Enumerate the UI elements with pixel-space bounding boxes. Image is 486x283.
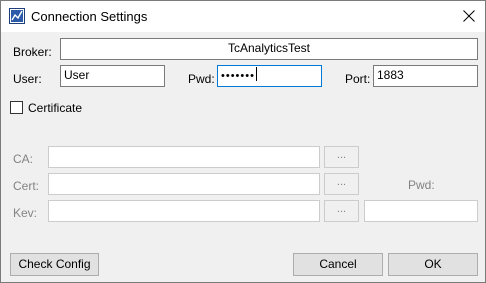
check-config-button[interactable]: Check Config xyxy=(10,253,99,276)
cert-label: Cert: xyxy=(13,179,40,193)
close-button[interactable] xyxy=(457,5,481,27)
close-icon xyxy=(463,10,475,22)
certificate-checkbox[interactable] xyxy=(10,101,23,114)
broker-input[interactable]: TcAnalyticsTest xyxy=(60,38,478,60)
window-title: Connection Settings xyxy=(31,9,148,24)
key-pwd-label: Pwd: xyxy=(408,178,435,192)
port-label: Port: xyxy=(345,72,371,86)
key-browse-button[interactable]: ... xyxy=(324,200,359,222)
cancel-button[interactable]: Cancel xyxy=(293,253,383,276)
ca-input[interactable] xyxy=(48,146,320,168)
certificate-label[interactable]: Certificate xyxy=(28,101,82,115)
title-bar: Connection Settings xyxy=(1,1,485,32)
key-input[interactable] xyxy=(48,200,320,222)
password-input[interactable]: ••••••• xyxy=(217,65,322,87)
app-chart-icon xyxy=(9,8,25,24)
ca-label: CA: xyxy=(13,152,34,166)
connection-settings-window: Connection Settings Broker: TcAnalyticsT… xyxy=(0,0,486,283)
broker-label: Broker: xyxy=(13,45,52,59)
ca-browse-button[interactable]: ... xyxy=(324,146,359,168)
cert-input[interactable] xyxy=(48,173,320,195)
port-input[interactable]: 1883 xyxy=(373,65,478,87)
text-caret xyxy=(255,67,257,81)
pwd-label: Pwd: xyxy=(188,72,215,86)
ok-button[interactable]: OK xyxy=(388,253,478,276)
key-label: Kev: xyxy=(13,206,38,220)
password-value: ••••••• xyxy=(221,70,255,82)
user-input[interactable]: User xyxy=(60,65,165,87)
key-password-input[interactable] xyxy=(364,200,478,222)
user-label: User: xyxy=(13,72,42,86)
cert-browse-button[interactable]: ... xyxy=(324,173,359,195)
